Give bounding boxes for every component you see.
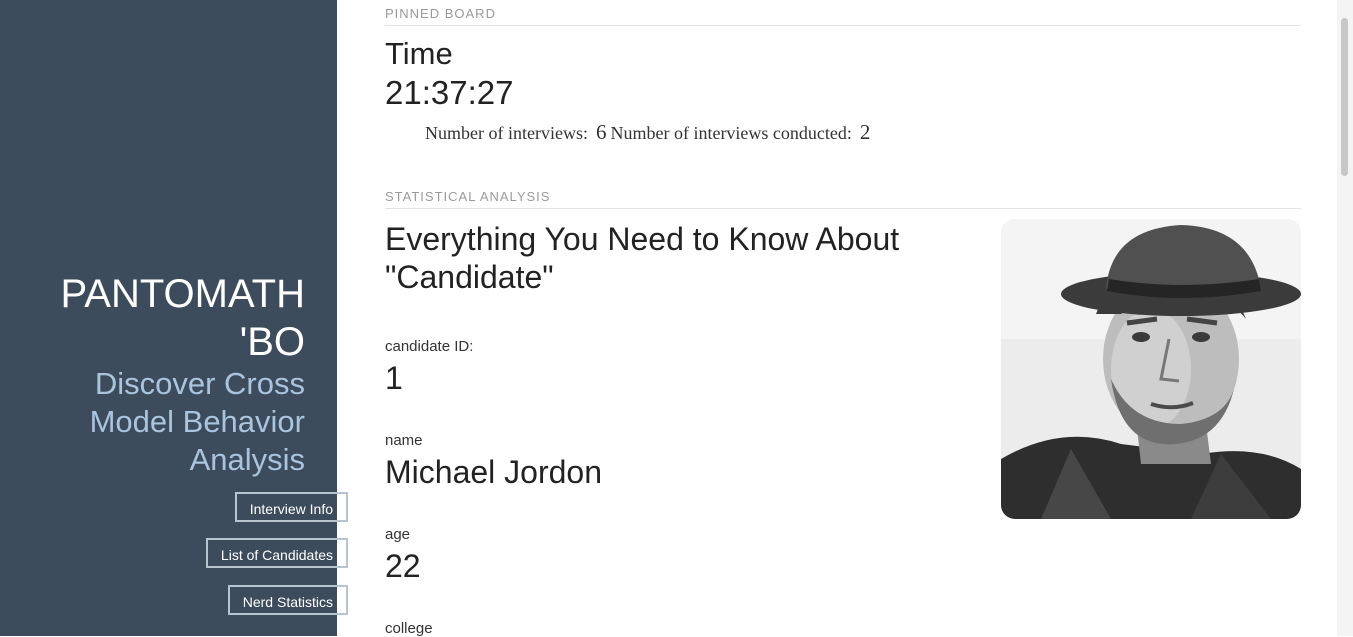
college-label: college [385, 620, 433, 637]
interviews-label: Number of interviews: [425, 123, 588, 143]
conducted-label: Number of interviews conducted: [610, 123, 852, 143]
list-of-candidates-button[interactable]: List of Candidates [205, 538, 348, 568]
candidate-id-value: 1 [385, 360, 403, 396]
sidebar: PANTOMATH 'BO Discover Cross Model Behav… [0, 0, 348, 636]
interview-counts: Number of interviews: 6 Number of intervie… [425, 120, 874, 145]
conducted-value: 2 [859, 120, 871, 144]
candidate-id-label: candidate ID: [385, 338, 474, 355]
name-value: Michael Jordon [385, 454, 602, 490]
candidate-headline: Everything You Need to Know About "Candi… [385, 221, 900, 295]
main-content: PINNED BOARD Time 21:37:27 Number of int… [385, 0, 1301, 637]
pinned-board-label: PINNED BOARD [385, 6, 1301, 26]
scrollbar-thumb[interactable] [1341, 18, 1348, 176]
age-label: age [385, 526, 411, 543]
age-value: 22 [385, 548, 421, 584]
time-label: Time [385, 36, 453, 71]
nerd-statistics-button[interactable]: Nerd Statistics [227, 585, 348, 615]
page-scrollbar[interactable] [1337, 0, 1353, 636]
candidate-photo-icon [1001, 219, 1301, 519]
time-value: 21:37:27 [385, 74, 514, 111]
statistical-analysis-label: STATISTICAL ANALYSIS [385, 189, 1301, 209]
candidate-photo [1001, 219, 1301, 519]
interviews-value: 6 [595, 120, 607, 144]
brand-title: PANTOMATH 'BO [60, 272, 305, 364]
interview-info-button[interactable]: Interview Info [234, 492, 348, 522]
name-label: name [385, 432, 423, 449]
brand-tagline: Discover Cross Model Behavior Analysis [89, 366, 305, 477]
